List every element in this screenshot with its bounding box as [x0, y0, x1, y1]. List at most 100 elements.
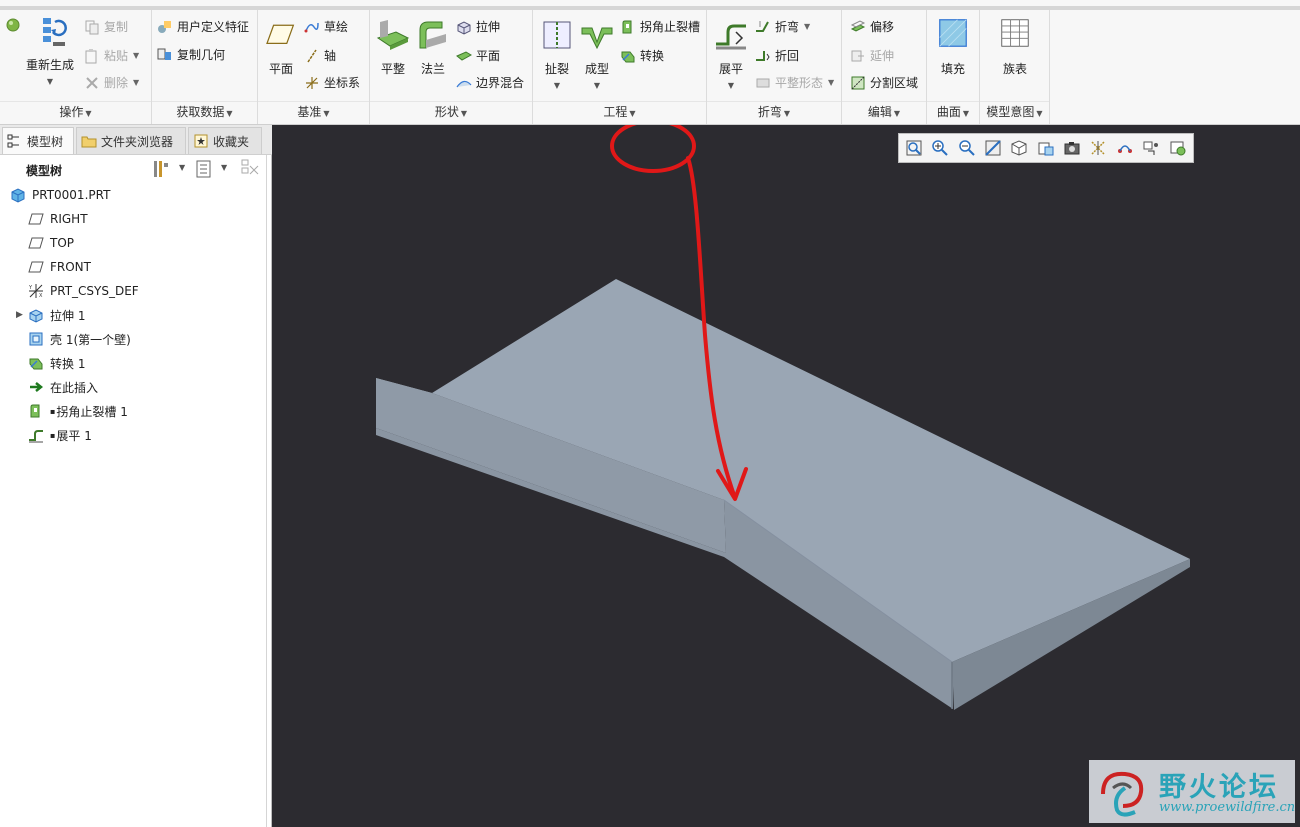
extend-icon — [851, 50, 864, 61]
flange-button[interactable]: 法兰 — [416, 18, 450, 77]
regenerate-button[interactable]: 重新生成 ▼ — [26, 16, 74, 86]
tree-item-shell[interactable]: 壳 1(第一个壁) — [28, 328, 131, 350]
chevron-down-icon[interactable]: ▼ — [221, 163, 227, 172]
saved-views-button[interactable] — [1035, 137, 1057, 159]
regenerate-label: 重新生成 — [26, 58, 75, 72]
sketch-button[interactable]: 草绘 — [304, 18, 348, 35]
copy-geometry-label: 复制几何 — [177, 48, 226, 62]
tree-item-extrude[interactable]: 拉伸 1 — [28, 304, 85, 326]
rip-icon — [543, 21, 571, 49]
plane-wall-icon — [456, 50, 472, 61]
display-style-button[interactable] — [1008, 137, 1030, 159]
graphics-viewport[interactable]: 野火论坛 www.proewildfire.cn — [272, 125, 1300, 827]
offset-icon — [850, 19, 866, 32]
group-label-operations[interactable]: 操作 ▼ — [0, 103, 151, 120]
flange-label: 法兰 — [420, 62, 445, 76]
group-label-edit[interactable]: 编辑 ▼ — [842, 103, 926, 120]
group-separator — [927, 101, 979, 102]
axis-button[interactable]: 轴 — [304, 47, 336, 64]
datum-display-button[interactable] — [1088, 137, 1110, 159]
tree-item-convert[interactable]: 转换 1 — [28, 352, 85, 374]
chevron-down-icon: ▼ — [133, 78, 140, 87]
extrude-button[interactable]: 拉伸 — [456, 18, 500, 35]
model-tree-container: 模型树 ▼ ▼ PRT0001.PRT RIGHT TOP FRONT YX P… — [4, 155, 267, 827]
datum-plane-button[interactable]: 平面 — [266, 22, 296, 77]
bend-button[interactable]: 折弯 ▼ — [755, 18, 810, 35]
extend-button[interactable]: 延伸 — [850, 47, 894, 64]
copy-button[interactable]: 复制 — [84, 18, 128, 35]
spin-center-button[interactable] — [1140, 137, 1162, 159]
group-label-shapes[interactable]: 形状 ▼ — [370, 103, 532, 120]
group-label-surface[interactable]: 曲面 ▼ — [927, 103, 979, 120]
view-manager-button[interactable] — [1061, 137, 1083, 159]
sheet-metal-part[interactable] — [272, 125, 1300, 827]
tree-show-icon[interactable] — [196, 160, 212, 178]
tree-item-corner-relief[interactable]: ▪ 拐角止裂槽 1 — [28, 400, 128, 422]
form-label: 成型 — [584, 62, 609, 76]
tab-folder-browser[interactable]: 文件夹浏览器 — [76, 127, 186, 154]
tree-item-datum-front[interactable]: FRONT — [28, 256, 91, 278]
group-operations: 重新生成 ▼ 复制 粘贴 ▼ 删除 ▼ 操作 ▼ — [0, 10, 152, 124]
udf-label: 用户定义特征 — [177, 20, 250, 34]
copy-icon — [85, 20, 99, 34]
tree-item-insert-here[interactable]: 在此插入 — [28, 376, 98, 398]
tree-item-csys[interactable]: YX PRT_CSYS_DEF — [28, 280, 139, 302]
tree-item-unbend[interactable]: ▪ 展平 1 — [28, 424, 92, 446]
offset-button[interactable]: 偏移 — [850, 18, 894, 35]
flat-wall-button[interactable]: 平整 — [376, 18, 410, 77]
tree-columns-icon[interactable] — [240, 158, 262, 180]
csys-icon — [306, 76, 318, 89]
tab-model-tree[interactable]: 模型树 — [2, 127, 74, 154]
saved-views-icon — [1038, 142, 1054, 156]
udf-button[interactable]: 用户定义特征 — [157, 18, 249, 35]
offset-label: 偏移 — [870, 20, 895, 34]
split-area-button[interactable]: 分割区域 — [850, 74, 918, 91]
chevron-down-icon: ▼ — [593, 81, 601, 90]
group-label-model-intent[interactable]: 模型意图 ▼ — [980, 103, 1049, 120]
form-button[interactable]: 成型 ▼ — [580, 18, 614, 90]
csys-button[interactable]: 坐标系 — [304, 74, 360, 91]
flat-pattern-button[interactable]: 平整形态 ▼ — [755, 74, 834, 91]
expand-arrow-icon[interactable]: ▶ — [16, 310, 23, 320]
copy-geometry-button[interactable]: 复制几何 — [157, 46, 225, 63]
watermark-url: www.proewildfire.cn — [1159, 800, 1296, 815]
tree-item-part[interactable]: PRT0001.PRT — [10, 184, 110, 206]
orient-mode-button[interactable] — [1167, 137, 1189, 159]
csys-icon: YX — [28, 284, 43, 299]
group-label-get-data[interactable]: 获取数据 ▼ — [152, 103, 257, 120]
boundary-blend-button[interactable]: 边界混合 — [456, 74, 524, 91]
tab-favorites[interactable]: 收藏夹 — [188, 127, 262, 154]
model-tree-panel: 模型树 ▼ ▼ PRT0001.PRT RIGHT TOP FRONT YX P… — [0, 155, 272, 827]
part-icon — [11, 188, 25, 203]
bend-back-button[interactable]: 折回 — [755, 47, 799, 64]
annotation-display-button[interactable] — [1114, 137, 1136, 159]
group-get-data: 用户定义特征 复制几何 获取数据 ▼ — [152, 10, 258, 124]
zoom-out-button[interactable] — [956, 137, 978, 159]
group-label-bend[interactable]: 折弯 ▼ — [707, 103, 841, 120]
tree-item-datum-top[interactable]: TOP — [28, 232, 74, 254]
family-table-button[interactable]: 族表 — [1000, 18, 1030, 77]
group-label-engineering[interactable]: 工程 ▼ — [533, 103, 706, 120]
sketch-label: 草绘 — [324, 20, 349, 34]
split-area-icon — [851, 76, 865, 89]
convert-button[interactable]: 转换 — [620, 47, 664, 64]
zoom-in-button[interactable] — [929, 137, 951, 159]
plane-wall-button[interactable]: 平面 — [456, 47, 500, 64]
tree-item-datum-right[interactable]: RIGHT — [28, 208, 88, 230]
group-shapes: 平整 法兰 拉伸 平面 边界混合 形状 ▼ — [370, 10, 533, 124]
chevron-down-icon[interactable]: ▼ — [179, 163, 185, 172]
rip-label: 扯裂 — [544, 62, 569, 76]
refit-button[interactable] — [903, 137, 925, 159]
corner-relief-button[interactable]: 拐角止裂槽 — [620, 18, 700, 35]
bend-back-icon — [756, 50, 770, 61]
flat-pattern-icon — [756, 78, 770, 87]
form-icon — [581, 27, 613, 50]
repaint-button[interactable] — [982, 137, 1004, 159]
rip-button[interactable]: 扯裂 ▼ — [540, 18, 574, 90]
group-label-datum[interactable]: 基准 ▼ — [258, 103, 369, 120]
paste-button[interactable]: 粘贴 ▼ — [84, 47, 139, 64]
fill-button[interactable]: 填充 — [938, 18, 968, 77]
tree-settings-icon[interactable] — [152, 159, 170, 179]
unbend-button[interactable]: 展平 ▼ — [714, 18, 748, 90]
delete-button[interactable]: 删除 ▼ — [84, 74, 139, 91]
